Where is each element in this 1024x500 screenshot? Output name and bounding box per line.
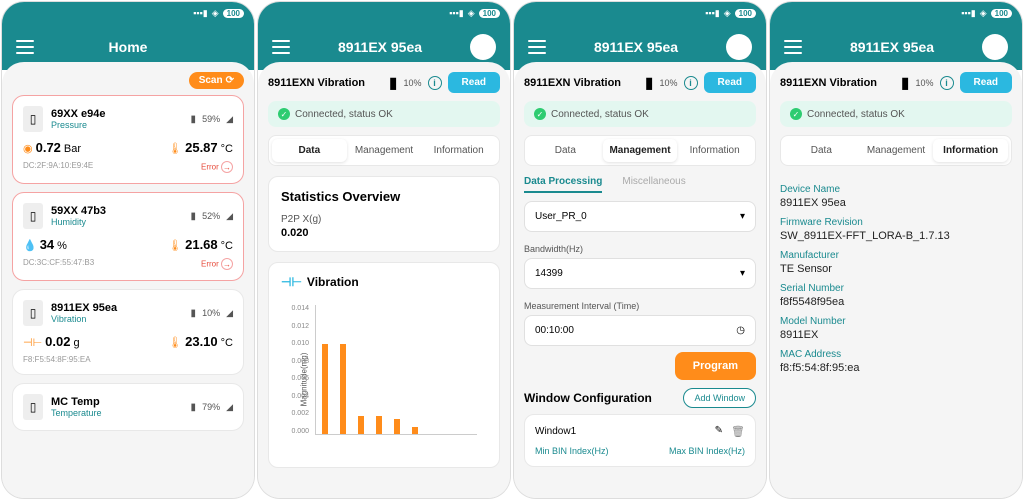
device-icon: ▯ xyxy=(23,106,43,132)
info-icon[interactable]: i xyxy=(428,76,442,90)
interval-field[interactable]: 00:10:00◷ xyxy=(524,315,756,346)
chevron-down-icon: ▾ xyxy=(740,211,745,222)
program-button[interactable]: Program xyxy=(675,352,756,380)
edit-icon[interactable]: ✎ xyxy=(715,425,723,438)
vibration-panel: ⊣⊢Vibration Magnitude(mg) 0.0140.0120.01… xyxy=(268,262,500,468)
tab-management[interactable]: Management xyxy=(859,139,934,162)
info-value: f8:f5:54:8f:95:ea xyxy=(780,362,1012,374)
info-list: Device Name 8911EX 95ea Firmware Revision S… xyxy=(780,176,1012,374)
window-panel: Window1✎🗑 Min BIN Index(Hz)Max BIN Index… xyxy=(524,414,756,467)
vibration-icon: ⊣⊢ xyxy=(281,275,302,289)
signal-icon: ◢ xyxy=(226,114,233,125)
wifi-icon: ◈ xyxy=(212,8,219,19)
stats-panel: Statistics Overview P2P X(g) 0.020 xyxy=(268,176,500,252)
info-value: 8911EX xyxy=(780,329,1012,341)
thermometer-icon: 🌡 xyxy=(168,142,182,155)
tab-management[interactable]: Management xyxy=(347,139,422,162)
info-value: f8f5548f95ea xyxy=(780,296,1012,308)
tab-data[interactable]: Data xyxy=(528,139,603,162)
arrow-icon[interactable]: → xyxy=(221,161,233,173)
battery-badge: 100 xyxy=(223,9,244,18)
menu-icon[interactable] xyxy=(528,40,546,54)
info-icon[interactable]: i xyxy=(684,76,698,90)
check-icon: ✓ xyxy=(278,108,290,120)
tab-data[interactable]: Data xyxy=(784,139,859,162)
trash-icon[interactable]: 🗑 xyxy=(731,425,745,438)
tab-management[interactable]: Management xyxy=(603,139,678,162)
battery-icon: ▮ xyxy=(191,114,197,125)
tabs: Data Management Information xyxy=(268,135,500,166)
phone-information: ▪▪▪▮◈100 8911EX 95ea ▯ 8911EXN Vibration… xyxy=(770,2,1022,498)
clock-icon: ◷ xyxy=(736,325,745,336)
info-label: Serial Number xyxy=(780,283,1012,294)
info-label: Device Name xyxy=(780,184,1012,195)
avatar[interactable]: ▯ xyxy=(982,34,1008,60)
read-button[interactable]: Read xyxy=(448,72,500,93)
device-card[interactable]: ▯ MC TempTemperature ▮79%◢ xyxy=(12,383,244,431)
scan-button[interactable]: Scan ⟳ xyxy=(189,72,244,89)
info-label: MAC Address xyxy=(780,349,1012,360)
tab-information[interactable]: Information xyxy=(677,139,752,162)
device-card[interactable]: ▯ 69XX e94ePressure ▮59%◢ ◉0.72Bar 🌡25.8… xyxy=(12,95,244,184)
vibration-chart: Magnitude(mg) 0.0140.0120.0100.0080.0060… xyxy=(281,295,487,455)
bandwidth-select[interactable]: 14399▾ xyxy=(524,258,756,289)
status-bar: ▪▪▪▮ ◈ 100 xyxy=(2,2,254,24)
read-button[interactable]: Read xyxy=(704,72,756,93)
tab-data[interactable]: Data xyxy=(272,139,347,162)
signal-icon: ▪▪▪▮ xyxy=(193,8,208,19)
avatar[interactable]: ▯ xyxy=(726,34,752,60)
info-label: Model Number xyxy=(780,316,1012,327)
gauge-icon: ◉ xyxy=(23,142,33,155)
device-icon: ▯ xyxy=(23,203,43,229)
add-window-button[interactable]: Add Window xyxy=(683,388,756,408)
phone-home: ▪▪▪▮ ◈ 100 Home Scan ⟳ ▯ 69XX e94ePressu… xyxy=(2,2,254,498)
avatar[interactable]: ▯ xyxy=(470,34,496,60)
info-value: SW_8911EX-FFT_LORA-B_1.7.13 xyxy=(780,230,1012,242)
tab-information[interactable]: Information xyxy=(933,139,1008,162)
phone-data: ▪▪▪▮◈100 8911EX 95ea ▯ 8911EXN Vibration… xyxy=(258,2,510,498)
read-button[interactable]: Read xyxy=(960,72,1012,93)
chevron-down-icon: ▾ xyxy=(740,268,745,279)
menu-icon[interactable] xyxy=(16,40,34,54)
content: Scan ⟳ ▯ 69XX e94ePressure ▮59%◢ ◉0.72Ba… xyxy=(2,62,254,498)
data-processing-select[interactable]: User_PR_0▾ xyxy=(524,201,756,232)
info-value: TE Sensor xyxy=(780,263,1012,275)
subtab-data-processing[interactable]: Data Processing xyxy=(524,176,602,193)
menu-icon[interactable] xyxy=(272,40,290,54)
status-banner: ✓Connected, status OK xyxy=(268,101,500,127)
phone-management: ▪▪▪▮◈100 8911EX 95ea ▯ 8911EXN Vibration… xyxy=(514,2,766,498)
device-card[interactable]: ▯ 59XX 47b3Humidity ▮52%◢ 💧34% 🌡21.68°C … xyxy=(12,192,244,281)
info-label: Firmware Revision xyxy=(780,217,1012,228)
info-value: 8911EX 95ea xyxy=(780,197,1012,209)
info-label: Manufacturer xyxy=(780,250,1012,261)
device-card[interactable]: ▯ 8911EX 95eaVibration ▮10%◢ ⊣⊢0.02g 🌡23… xyxy=(12,289,244,375)
info-icon[interactable]: i xyxy=(940,76,954,90)
menu-icon[interactable] xyxy=(784,40,802,54)
tab-information[interactable]: Information xyxy=(421,139,496,162)
subtab-misc[interactable]: Miscellaneous xyxy=(622,176,685,193)
battery-icon: ▮ xyxy=(389,73,398,93)
page-title: Home xyxy=(46,39,210,55)
